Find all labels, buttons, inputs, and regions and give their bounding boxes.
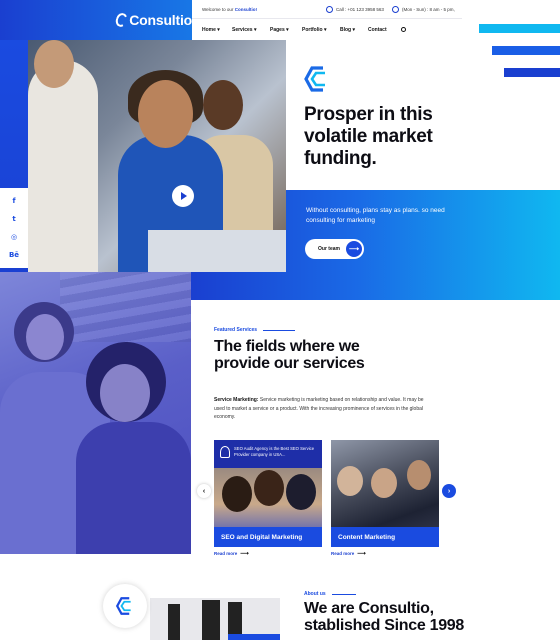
- services-description: Service Marketing: Service marketing is …: [214, 397, 424, 420]
- nav-item-blog[interactable]: Blog ▾: [340, 27, 355, 33]
- photo-figure: [337, 466, 363, 496]
- about-title: We are Consultio, stablished Since 1998: [304, 600, 465, 634]
- our-team-label: Our team: [318, 246, 340, 252]
- services-eyebrow: Featured Services: [214, 327, 296, 333]
- social-links: f t ◎ Bē: [0, 188, 28, 268]
- facebook-icon[interactable]: f: [12, 197, 15, 205]
- nav-item-pages[interactable]: Pages ▾: [270, 27, 289, 33]
- photo-figure: [100, 364, 150, 422]
- photo-figure: [168, 604, 180, 640]
- photo-figure: [407, 460, 431, 490]
- read-more-link[interactable]: Read more ⟶: [214, 550, 249, 557]
- hero-title: Prosper in this volatile market funding.: [304, 104, 433, 169]
- photo-figure: [34, 40, 74, 88]
- read-more-link[interactable]: Read more ⟶: [331, 550, 366, 557]
- nav-item-contact[interactable]: Contact: [368, 27, 387, 33]
- video-play-button[interactable]: [172, 185, 194, 207]
- about-image: [150, 598, 280, 640]
- our-team-button[interactable]: Our team ⟶: [305, 239, 364, 259]
- brand-name: Consultio: [129, 12, 192, 28]
- arrow-right-icon: ⟶: [346, 241, 362, 257]
- slider-prev-button[interactable]: ‹: [197, 484, 211, 498]
- service-card[interactable]: SEO Audit Agency is the Best SEO Service…: [214, 440, 322, 547]
- photo-figure: [222, 476, 252, 512]
- consultio-mark-icon: [115, 597, 131, 615]
- card-banner: SEO Audit Agency is the Best SEO Service…: [214, 440, 322, 468]
- arrow-right-icon: ⟶: [357, 551, 366, 557]
- services-image: [0, 272, 191, 554]
- nav-item-services[interactable]: Services ▾: [232, 27, 256, 33]
- hours-info: (Mon - Sun) : 8 am - 5 pm,: [392, 5, 455, 13]
- photo-figure: [76, 422, 191, 554]
- decor-stripe: [479, 24, 560, 33]
- photo-desk: [148, 230, 286, 272]
- hero-image: [28, 40, 286, 272]
- nav-item-home[interactable]: Home ▾: [202, 27, 220, 33]
- photo-figure: [26, 314, 64, 360]
- phone-icon: [326, 5, 333, 13]
- card-banner-text: SEO Audit Agency is the Best SEO Service…: [234, 446, 315, 457]
- card-title[interactable]: Content Marketing: [331, 527, 439, 547]
- twitter-icon[interactable]: t: [12, 215, 15, 223]
- arrow-right-icon: ⟶: [240, 551, 249, 557]
- photo-figure: [286, 474, 316, 510]
- service-card[interactable]: Content Marketing: [331, 440, 439, 547]
- behance-icon[interactable]: Bē: [9, 251, 19, 259]
- rocket-icon: [220, 446, 230, 458]
- photo-figure: [202, 600, 220, 640]
- slider-next-button[interactable]: ›: [442, 484, 456, 498]
- top-info-bar: Welcome to our Consultio! Call : +01 123…: [192, 0, 462, 19]
- chevron-right-icon: ›: [447, 487, 451, 495]
- clock-icon: [392, 5, 399, 13]
- about-logo-badge: [103, 584, 147, 628]
- search-icon[interactable]: [401, 27, 406, 32]
- nav-item-portfolio[interactable]: Portfolio ▾: [302, 27, 326, 33]
- eyebrow-line: [331, 593, 356, 595]
- brand-logo[interactable]: Consultio: [0, 0, 192, 40]
- decor-stripe: [492, 46, 560, 55]
- main-nav: Home ▾ Services ▾ Pages ▾ Portfolio ▾ Bl…: [192, 19, 462, 40]
- welcome-text: Welcome to our Consultio!: [202, 6, 257, 12]
- photo-figure: [371, 468, 397, 498]
- photo-figure: [28, 60, 98, 272]
- photo-accent: [228, 634, 280, 640]
- instagram-icon[interactable]: ◎: [11, 233, 17, 241]
- play-icon: [181, 192, 187, 200]
- photo-figure: [138, 80, 193, 148]
- hero-subtitle: Without consulting, plans stay as plans.…: [306, 207, 445, 224]
- card-title[interactable]: SEO and Digital Marketing: [214, 527, 322, 547]
- call-info[interactable]: Call : +01 123 3958 563: [326, 5, 384, 13]
- decor-stripe: [504, 68, 560, 77]
- logo-icon: [113, 11, 130, 29]
- chevron-left-icon: ‹: [202, 487, 206, 495]
- eyebrow-line: [263, 329, 296, 331]
- photo-background: [60, 272, 191, 342]
- photo-figure: [203, 80, 243, 130]
- services-title: The fields where we provide our services: [214, 338, 365, 372]
- photo-figure: [254, 470, 284, 506]
- consultio-mark-icon: [304, 66, 325, 92]
- about-eyebrow: About us: [304, 591, 356, 597]
